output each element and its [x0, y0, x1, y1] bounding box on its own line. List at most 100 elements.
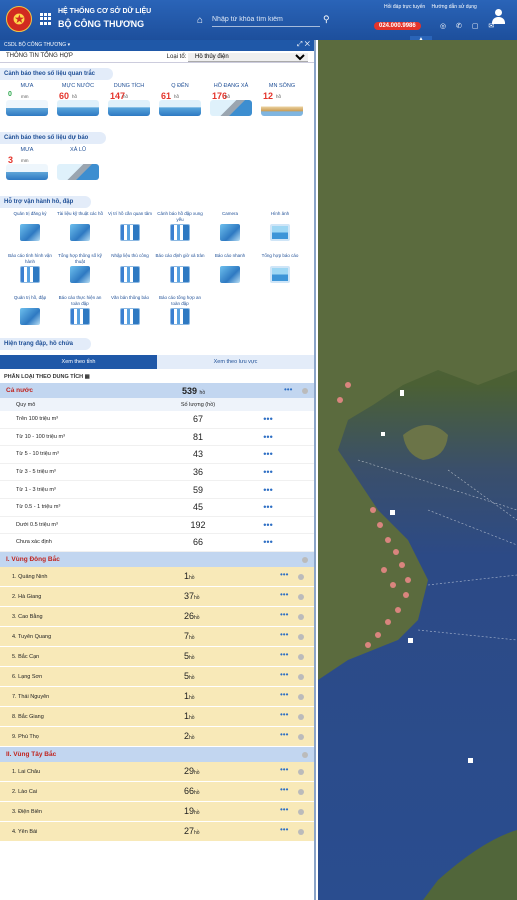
toggle-dot-icon[interactable]	[298, 673, 304, 680]
more-options-icon[interactable]: •••	[238, 537, 298, 547]
toggle-dot-icon[interactable]	[298, 713, 304, 720]
reservoir-marker[interactable]	[390, 582, 396, 588]
warning-card[interactable]: Q ĐẾN 61 hồ	[159, 83, 201, 127]
table-row[interactable]: Trên 100 triệu m³ 67 •••	[0, 411, 314, 429]
province-row[interactable]: 3. Điện Biên 19hồ •••	[0, 801, 314, 822]
social-icons[interactable]: ◎ ✆ ▢ ✉	[440, 22, 498, 30]
toggle-dot-icon[interactable]	[298, 593, 304, 600]
layer-filter[interactable]: Loại tổ: Hồ thủy điện	[167, 53, 308, 62]
more-options-icon[interactable]: •••	[280, 690, 288, 699]
home-icon[interactable]: ⌂	[197, 15, 203, 26]
reservoir-marker[interactable]	[385, 619, 391, 625]
app-grid-icon[interactable]	[40, 13, 52, 25]
more-options-icon[interactable]: •••	[280, 630, 288, 639]
more-options-icon[interactable]: •••	[280, 710, 288, 719]
toggle-dot-icon[interactable]	[298, 613, 304, 620]
table-row[interactable]: Từ 10 - 100 triệu m³ 81 •••	[0, 429, 314, 447]
reservoir-marker[interactable]	[385, 537, 391, 543]
province-row[interactable]: 7. Thái Nguyên 1hồ •••	[0, 686, 314, 707]
more-options-icon[interactable]: •••	[280, 730, 288, 739]
toggle-dot-icon[interactable]	[298, 653, 304, 660]
province-row[interactable]: 4. Tuyên Quang 7hồ •••	[0, 626, 314, 647]
more-options-icon[interactable]: •••	[238, 414, 298, 424]
more-options-icon[interactable]: •••	[238, 520, 298, 530]
more-options-icon[interactable]: •••	[238, 502, 298, 512]
region-bar[interactable]: II. Vùng Tây Bắc	[0, 746, 314, 762]
province-row[interactable]: 2. Lào Cai 66hồ •••	[0, 781, 314, 802]
support-tool[interactable]: Quản trị đăng ký	[5, 211, 55, 249]
support-tool[interactable]: Camera	[205, 211, 255, 249]
tab-by-basin[interactable]: Xem theo lưu vực	[157, 355, 314, 369]
reservoir-marker[interactable]	[399, 562, 405, 568]
reservoir-marker[interactable]	[337, 397, 343, 403]
more-options-icon[interactable]: •••	[280, 610, 288, 619]
support-tool[interactable]: Cảnh báo hồ đập xung yếu	[155, 211, 205, 249]
reservoir-marker[interactable]	[370, 507, 376, 513]
support-tool[interactable]: Nhập liệu thủ công	[105, 253, 155, 291]
more-options-icon[interactable]: •••	[280, 650, 288, 659]
reservoir-marker[interactable]	[381, 567, 387, 573]
table-row[interactable]: Từ 0.5 - 1 triệu m³ 45 •••	[0, 499, 314, 517]
table-row[interactable]: Từ 3 - 5 triệu m³ 36 •••	[0, 464, 314, 482]
support-tool[interactable]: Vị trí hồ cần quan tâm	[105, 211, 155, 249]
support-tool[interactable]: Hình ảnh	[255, 211, 305, 249]
province-row[interactable]: 6. Lạng Sơn 5hồ •••	[0, 666, 314, 687]
support-tool[interactable]: Báo cáo định giờ xả tràn	[155, 253, 205, 291]
province-row[interactable]: 9. Phú Thọ 2hồ •••	[0, 726, 314, 747]
warning-card[interactable]: MỰC NƯỚC 60 hồ	[57, 83, 99, 127]
satellite-map[interactable]: ◉ + − ⌂ ◎ ▭ ☰	[318, 40, 517, 900]
reservoir-marker[interactable]	[377, 522, 383, 528]
warning-card[interactable]: MƯA 3 mm	[6, 147, 48, 191]
support-tool[interactable]: Báo cáo tổng hợp an toàn đập	[155, 295, 205, 333]
user-icon[interactable]	[491, 9, 505, 27]
reservoir-marker[interactable]	[393, 549, 399, 555]
tab-by-province[interactable]: Xem theo tỉnh	[0, 355, 157, 369]
more-options-icon[interactable]: •••	[280, 805, 288, 814]
more-options-icon[interactable]: •••	[238, 449, 298, 459]
toggle-dot-icon[interactable]	[298, 828, 304, 835]
nation-summary-bar[interactable]: Cả nước 539 hồ •••	[0, 383, 314, 398]
more-options-icon[interactable]: •••	[284, 385, 292, 394]
toggle-dot-icon[interactable]	[298, 733, 304, 740]
tab-summary[interactable]: THÔNG TIN TỔNG HỢP	[6, 53, 73, 60]
toggle-dot-icon[interactable]	[302, 388, 308, 394]
support-tool[interactable]: Tổng hợp thông số kỹ thuật	[55, 253, 105, 291]
more-options-icon[interactable]: •••	[280, 590, 288, 599]
ministry-logo[interactable]: ★	[6, 6, 32, 32]
more-options-icon[interactable]: •••	[280, 670, 288, 679]
table-row[interactable]: Từ 5 - 10 triệu m³ 43 •••	[0, 446, 314, 464]
reservoir-marker[interactable]	[375, 632, 381, 638]
table-icon[interactable]: ▦	[85, 374, 90, 380]
province-row[interactable]: 3. Cao Bằng 26hồ •••	[0, 606, 314, 627]
more-options-icon[interactable]: •••	[280, 785, 288, 794]
reservoir-marker[interactable]	[395, 607, 401, 613]
region-bar[interactable]: I. Vùng Đông Bắc	[0, 551, 314, 567]
toggle-dot-icon[interactable]	[298, 573, 304, 580]
more-options-icon[interactable]: •••	[280, 570, 288, 579]
toggle-dot-icon[interactable]	[298, 633, 304, 640]
more-options-icon[interactable]: •••	[280, 825, 288, 834]
province-row[interactable]: 8. Bắc Giang 1hồ •••	[0, 706, 314, 727]
province-row[interactable]: 1. Lai Châu 29hồ •••	[0, 761, 314, 782]
table-row[interactable]: Dưới 0.5 triệu m³ 192 •••	[0, 517, 314, 535]
warning-card[interactable]: HỒ ĐANG XẢ 176 hồ	[210, 83, 252, 127]
search-input[interactable]	[212, 13, 320, 27]
more-options-icon[interactable]: •••	[238, 485, 298, 495]
support-tool[interactable]: Báo cáo nhanh	[205, 253, 255, 291]
support-tool[interactable]: Báo cáo thực hiện an toàn đập	[55, 295, 105, 333]
province-row[interactable]: 5. Bắc Cạn 5hồ •••	[0, 646, 314, 667]
warning-card[interactable]: MN SÔNG 12 hồ	[261, 83, 303, 127]
support-tool[interactable]: Tài liệu kỹ thuật các hồ	[55, 211, 105, 249]
province-row[interactable]: 1. Quảng Ninh 1hồ •••	[0, 566, 314, 587]
warning-card[interactable]: MƯA 0 mm	[6, 83, 48, 127]
reservoir-marker[interactable]	[405, 577, 411, 583]
search-icon[interactable]: ⚲	[323, 14, 330, 25]
reservoir-marker[interactable]	[403, 592, 409, 598]
more-options-icon[interactable]: •••	[238, 432, 298, 442]
hotline-badge[interactable]: 024.000.9986	[374, 22, 421, 30]
panel-window-controls[interactable]: ⤢ ✕	[297, 41, 310, 49]
province-row[interactable]: 2. Hà Giang 37hồ •••	[0, 586, 314, 607]
support-tool[interactable]: Văn bản thông báo	[105, 295, 155, 333]
support-tool[interactable]: Báo cáo tình hình vận hành	[5, 253, 55, 291]
toggle-dot-icon[interactable]	[302, 556, 308, 563]
